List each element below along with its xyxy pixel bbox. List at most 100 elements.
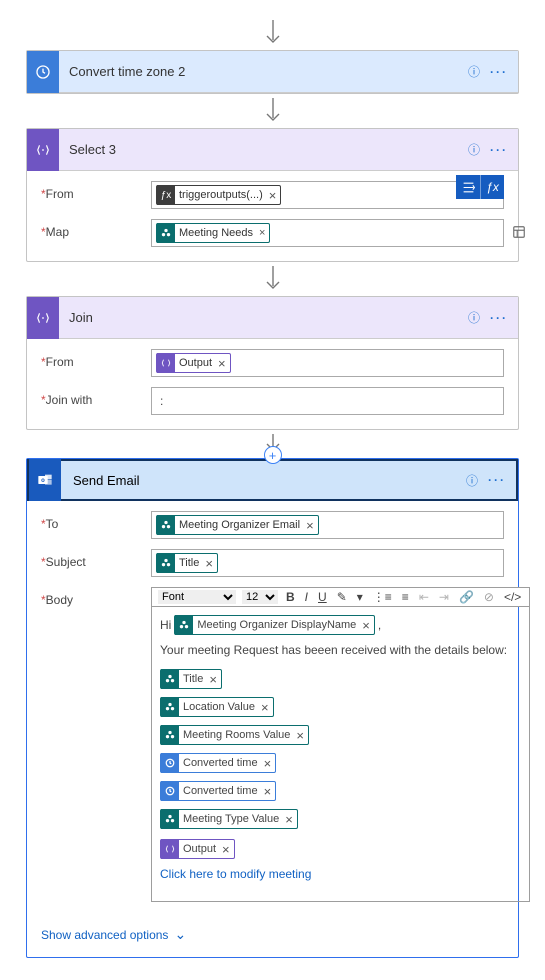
card-header[interactable]: o ⓘ ··· (27, 459, 518, 501)
add-action-button[interactable]: + (264, 446, 282, 464)
label-body: Body (46, 593, 73, 607)
data-op-icon (161, 839, 179, 859)
token-title[interactable]: Title × (156, 553, 218, 573)
remove-token-icon[interactable]: × (264, 784, 272, 799)
number-list-button[interactable]: ≡ (400, 590, 411, 604)
card-header[interactable]: Join ⓘ ··· (27, 297, 518, 339)
join-with-input[interactable]: : (151, 387, 504, 415)
data-op-icon (27, 129, 59, 171)
sharepoint-icon (157, 515, 175, 535)
card-select[interactable]: Select 3 ⓘ ··· *From ƒx triggeroutputs(.… (26, 128, 519, 262)
help-icon[interactable]: ⓘ (468, 309, 480, 326)
expression-button[interactable]: ƒx (480, 175, 504, 199)
unlink-button[interactable]: ⊘ (482, 590, 496, 604)
sharepoint-icon (161, 809, 179, 829)
more-menu[interactable]: ··· (490, 143, 508, 157)
remove-token-icon[interactable]: × (306, 518, 314, 533)
token-triggeroutputs[interactable]: ƒx triggeroutputs(...) × (156, 185, 281, 205)
remove-token-icon[interactable]: × (296, 728, 304, 743)
bullet-list-button[interactable]: ⋮≡ (371, 590, 394, 604)
more-menu[interactable]: ··· (490, 65, 508, 79)
sharepoint-icon (175, 615, 193, 635)
switch-mode-icon[interactable] (512, 225, 526, 242)
font-size-select[interactable]: 12 (242, 590, 278, 604)
connector-arrow (18, 266, 527, 294)
svg-text:o: o (41, 478, 45, 484)
remove-token-icon[interactable]: × (264, 756, 272, 771)
remove-token-icon[interactable]: × (259, 227, 265, 239)
remove-token-icon[interactable]: × (285, 812, 293, 827)
token-output[interactable]: Output × (156, 353, 231, 373)
clock-icon (161, 753, 179, 773)
label-from: From (46, 187, 74, 201)
dynamic-content-button[interactable] (456, 175, 480, 199)
token-location[interactable]: Location Value× (160, 697, 274, 717)
remove-token-icon[interactable]: × (222, 842, 230, 857)
sharepoint-icon (161, 697, 179, 717)
more-menu[interactable]: ··· (490, 311, 508, 325)
remove-token-icon[interactable]: × (205, 556, 213, 571)
more-menu[interactable]: ··· (488, 473, 506, 487)
link-button[interactable]: 🔗 (457, 590, 476, 604)
highlight-button[interactable]: ▾ (355, 590, 365, 604)
remove-token-icon[interactable]: × (209, 672, 217, 687)
remove-token-icon[interactable]: × (261, 700, 269, 715)
card-convert-time-zone[interactable]: Convert time zone 2 ⓘ ··· (26, 50, 519, 94)
remove-token-icon[interactable]: × (218, 356, 226, 371)
italic-button[interactable]: I (303, 590, 310, 604)
body-text: Hi (160, 618, 171, 632)
body-editor[interactable]: Hi Meeting Organizer DisplayName × , You… (151, 606, 530, 902)
token-organizer-name[interactable]: Meeting Organizer DisplayName × (174, 615, 375, 635)
card-title: Convert time zone 2 (69, 64, 468, 79)
from-input[interactable]: ƒx triggeroutputs(...) × (151, 181, 504, 209)
label-from: From (46, 355, 74, 369)
token-converted-time[interactable]: Converted time× (160, 753, 276, 773)
show-advanced-link[interactable]: Show advanced options (27, 916, 518, 957)
sharepoint-icon (157, 223, 175, 243)
outdent-button[interactable]: ⇤ (417, 590, 431, 604)
modify-meeting-link[interactable]: Click here to modify meeting (160, 867, 311, 881)
sharepoint-icon (161, 669, 179, 689)
label-join-with: Join with (46, 393, 93, 407)
subject-input[interactable]: Title × (151, 549, 504, 577)
label-to: To (46, 517, 59, 531)
join-from-input[interactable]: Output × (151, 349, 504, 377)
sharepoint-icon (161, 725, 179, 745)
connector-arrow (18, 98, 527, 126)
bold-button[interactable]: B (284, 590, 297, 604)
help-icon[interactable]: ⓘ (468, 141, 480, 158)
to-input[interactable]: Meeting Organizer Email × (151, 511, 504, 539)
code-view-button[interactable]: </> (502, 590, 523, 604)
color-button[interactable]: ✎ (335, 590, 349, 604)
token-meeting-type[interactable]: Meeting Type Value× (160, 809, 298, 829)
card-send-email[interactable]: o ⓘ ··· *To Meeting Organizer Email × (26, 458, 519, 958)
help-icon[interactable]: ⓘ (466, 472, 478, 489)
outlook-icon: o (29, 459, 61, 501)
token-organizer-email[interactable]: Meeting Organizer Email × (156, 515, 319, 535)
token-rooms[interactable]: Meeting Rooms Value× (160, 725, 309, 745)
underline-button[interactable]: U (316, 590, 329, 604)
card-join[interactable]: Join ⓘ ··· *From Output × (26, 296, 519, 430)
token-title[interactable]: Title× (160, 669, 222, 689)
sharepoint-icon (157, 553, 175, 573)
show-advanced-label: Show advanced options (41, 928, 168, 942)
token-output[interactable]: Output× (160, 839, 235, 859)
card-header[interactable]: Convert time zone 2 ⓘ ··· (27, 51, 518, 93)
map-input[interactable]: Meeting Needs × (151, 219, 504, 247)
remove-token-icon[interactable]: × (269, 188, 277, 203)
card-title-input[interactable] (71, 469, 466, 492)
font-select[interactable]: Font (158, 590, 236, 604)
card-title-field[interactable] (71, 469, 466, 492)
remove-token-icon[interactable]: × (362, 618, 370, 633)
rich-text-toolbar: Font 12 B I U ✎ ▾ ⋮≡ ≡ ⇤ ⇥ 🔗 ⊘ </> (151, 587, 530, 606)
token-meeting-needs[interactable]: Meeting Needs × (156, 223, 270, 243)
card-title: Join (69, 310, 468, 325)
indent-button[interactable]: ⇥ (437, 590, 451, 604)
token-converted-time[interactable]: Converted time× (160, 781, 276, 801)
chevron-down-icon (174, 926, 186, 943)
card-header[interactable]: Select 3 ⓘ ··· (27, 129, 518, 171)
label-subject: Subject (46, 555, 86, 569)
help-icon[interactable]: ⓘ (468, 63, 480, 80)
clock-icon (27, 51, 59, 93)
card-title: Select 3 (69, 142, 468, 157)
